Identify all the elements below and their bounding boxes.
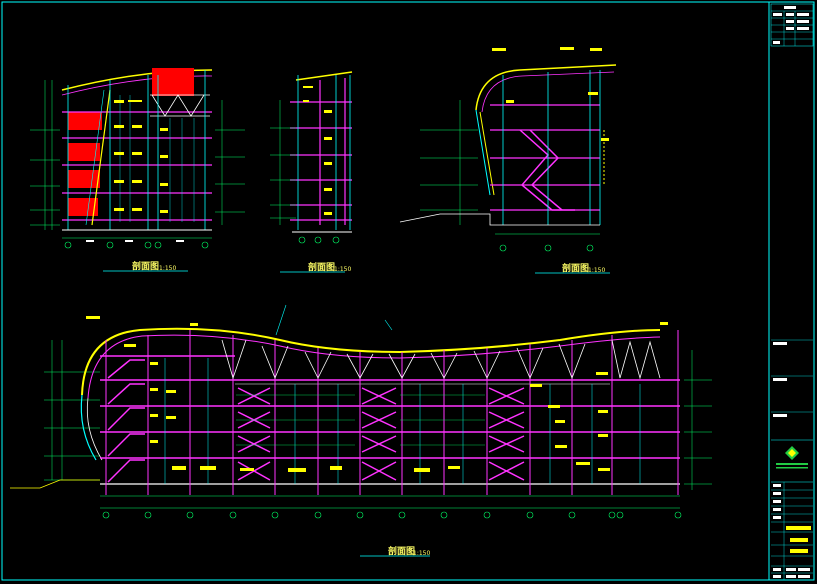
- section-3-scale: 1:150: [588, 267, 605, 274]
- section-1-scale: 1:150: [159, 265, 176, 272]
- section-1-title-text: 剖面图: [132, 260, 159, 272]
- cad-drawing-canvas: 剖面图 1:150 剖面图 1:150 剖面图 1:150 剖面图 1:150: [0, 0, 817, 584]
- section-4-title-text: 剖面图: [388, 545, 415, 557]
- section-2-title-text: 剖面图: [308, 261, 335, 273]
- section-4-scale: 1:150: [413, 550, 430, 557]
- section-2-scale: 1:150: [334, 266, 351, 273]
- section-3-title-text: 剖面图: [562, 262, 589, 274]
